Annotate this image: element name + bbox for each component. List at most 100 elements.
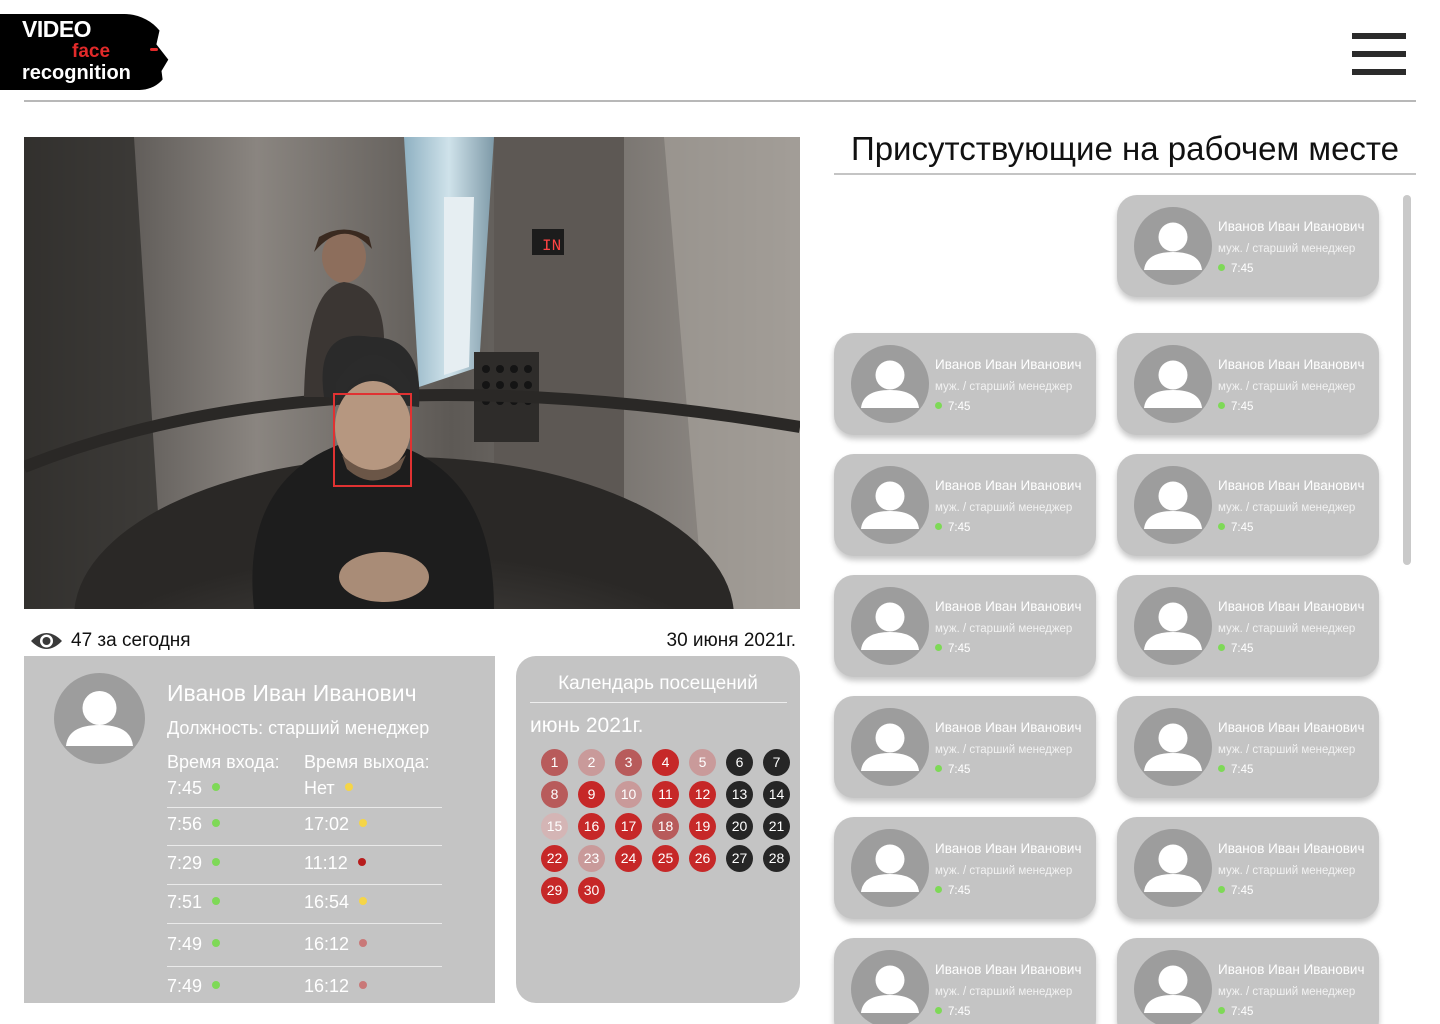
employee-card[interactable]: Иванов Иван Иванович муж. / старший менед… — [834, 333, 1096, 435]
calendar-day[interactable]: 25 — [652, 845, 679, 872]
employee-card[interactable]: Иванов Иван Иванович муж. / старший менед… — [1117, 195, 1379, 297]
calendar-day[interactable]: 7 — [763, 749, 790, 776]
views-counter: 47 за сегодня — [30, 626, 191, 656]
calendar-day[interactable]: 15 — [541, 813, 568, 840]
status-dot — [1218, 523, 1225, 530]
employee-card[interactable]: Иванов Иван Иванович муж. / старший менед… — [1117, 575, 1379, 677]
employee-entry-time: 7:45 — [1218, 764, 1253, 776]
calendar-day[interactable]: 28 — [763, 845, 790, 872]
exit-time: 16:12 — [304, 976, 368, 997]
row-divider — [167, 884, 442, 885]
calendar-day[interactable]: 6 — [726, 749, 753, 776]
employee-entry-time: 7:45 — [1218, 522, 1253, 534]
calendar-day[interactable]: 23 — [578, 845, 605, 872]
exit-status-dot — [359, 939, 368, 948]
employee-name: Иванов Иван Иванович — [935, 720, 1082, 735]
exit-status-dot — [359, 897, 368, 906]
row-divider — [167, 807, 442, 808]
employee-card[interactable]: Иванов Иван Иванович муж. / старший менед… — [1117, 454, 1379, 556]
calendar-day[interactable]: 16 — [578, 813, 605, 840]
calendar-day[interactable]: 20 — [726, 813, 753, 840]
employee-name: Иванов Иван Иванович — [935, 841, 1082, 856]
user-silhouette-icon — [861, 965, 919, 1013]
calendar-day[interactable]: 2 — [578, 749, 605, 776]
calendar-day[interactable]: 11 — [652, 781, 679, 808]
avatar — [1134, 829, 1212, 907]
employee-name: Иванов Иван Иванович — [1218, 720, 1365, 735]
employee-card[interactable]: Иванов Иван Иванович муж. / старший менед… — [834, 575, 1096, 677]
employee-name: Иванов Иван Иванович — [1218, 357, 1365, 372]
calendar-day[interactable]: 29 — [541, 877, 568, 904]
calendar-day[interactable]: 27 — [726, 845, 753, 872]
exit-time-label: Время выхода: — [304, 752, 430, 772]
face-detection-box[interactable] — [333, 393, 412, 487]
employee-name: Иванов Иван Иванович — [935, 478, 1082, 493]
avatar — [1134, 345, 1212, 423]
employee-name: Иванов Иван Иванович — [935, 599, 1082, 614]
current-date: 30 июня 2021г. — [666, 630, 797, 651]
entry-status-dot — [212, 858, 221, 867]
exit-time: 11:12 — [304, 853, 366, 874]
employee-entry-time: 7:45 — [935, 885, 970, 897]
avatar — [851, 708, 929, 786]
scrollbar-thumb[interactable] — [1403, 195, 1411, 565]
user-silhouette-icon — [66, 691, 133, 746]
calendar-day[interactable]: 26 — [689, 845, 716, 872]
calendar-day[interactable]: 3 — [615, 749, 642, 776]
app-logo[interactable]: VIDEO face recognition — [0, 14, 170, 92]
calendar-days-grid: 1 2 3 4 5 6 7 8 9 10 11 12 13 14 15 16 17 18 19 20 21 22 23 24 2… — [541, 749, 800, 949]
calendar-day[interactable]: 1 — [541, 749, 568, 776]
calendar-day[interactable]: 12 — [689, 781, 716, 808]
employee-name: Иванов Иван Иванович — [1218, 599, 1365, 614]
employee-position: муж. / старший менеджер — [1218, 243, 1356, 255]
hamburger-menu-icon[interactable] — [1352, 33, 1406, 75]
employee-card[interactable]: Иванов Иван Иванович муж. / старший менед… — [834, 938, 1096, 1024]
employee-position: муж. / старший менеджер — [1218, 744, 1356, 756]
calendar-day[interactable]: 14 — [763, 781, 790, 808]
employee-card[interactable]: Иванов Иван Иванович муж. / старший менед… — [834, 696, 1096, 798]
avatar — [1134, 207, 1212, 285]
calendar-day[interactable]: 30 — [578, 877, 605, 904]
calendar-day[interactable]: 17 — [615, 813, 642, 840]
employee-name: Иванов Иван Иванович — [1218, 841, 1365, 856]
employee-entry-time: 7:45 — [1218, 1006, 1253, 1018]
avatar — [851, 950, 929, 1024]
employee-card[interactable]: Иванов Иван Иванович муж. / старший менед… — [834, 817, 1096, 919]
calendar-day[interactable]: 22 — [541, 845, 568, 872]
status-dot — [935, 1007, 942, 1014]
status-dot — [1218, 1007, 1225, 1014]
calendar-day[interactable]: 19 — [689, 813, 716, 840]
employee-card[interactable]: Иванов Иван Иванович муж. / старший менед… — [1117, 817, 1379, 919]
calendar-day[interactable]: 5 — [689, 749, 716, 776]
user-silhouette-icon — [1144, 844, 1202, 892]
employee-card[interactable]: Иванов Иван Иванович муж. / старший менед… — [1117, 938, 1379, 1024]
employee-card[interactable]: Иванов Иван Иванович муж. / старший менед… — [1117, 696, 1379, 798]
employee-name: Иванов Иван Иванович — [935, 357, 1082, 372]
calendar-day[interactable]: 8 — [541, 781, 568, 808]
calendar-day[interactable]: 18 — [652, 813, 679, 840]
calendar-month: июнь 2021г. — [530, 714, 644, 737]
employee-position: муж. / старший менеджер — [1218, 502, 1356, 514]
calendar-day[interactable]: 10 — [615, 781, 642, 808]
employee-position: муж. / старший менеджер — [1218, 986, 1356, 998]
row-divider — [167, 923, 442, 924]
avatar — [1134, 466, 1212, 544]
entry-time: 7:49 — [167, 976, 221, 997]
calendar-day[interactable]: 24 — [615, 845, 642, 872]
elevator-display-text: IN — [542, 237, 561, 255]
calendar-day[interactable]: 13 — [726, 781, 753, 808]
calendar-day[interactable]: 9 — [578, 781, 605, 808]
employee-card[interactable]: Иванов Иван Иванович муж. / старший менед… — [834, 454, 1096, 556]
employee-position: муж. / старший менеджер — [1218, 381, 1356, 393]
avatar — [1134, 950, 1212, 1024]
camera-video-feed[interactable]: IN — [24, 137, 800, 609]
entry-status-dot — [212, 819, 221, 828]
employee-card[interactable]: Иванов Иван Иванович муж. / старший менед… — [1117, 333, 1379, 435]
user-silhouette-icon — [861, 844, 919, 892]
employee-name: Иванов Иван Иванович — [1218, 478, 1365, 493]
user-silhouette-icon — [1144, 965, 1202, 1013]
calendar-day[interactable]: 4 — [652, 749, 679, 776]
exit-time: Нет — [304, 778, 353, 799]
calendar-day[interactable]: 21 — [763, 813, 790, 840]
user-silhouette-icon — [1144, 222, 1202, 270]
